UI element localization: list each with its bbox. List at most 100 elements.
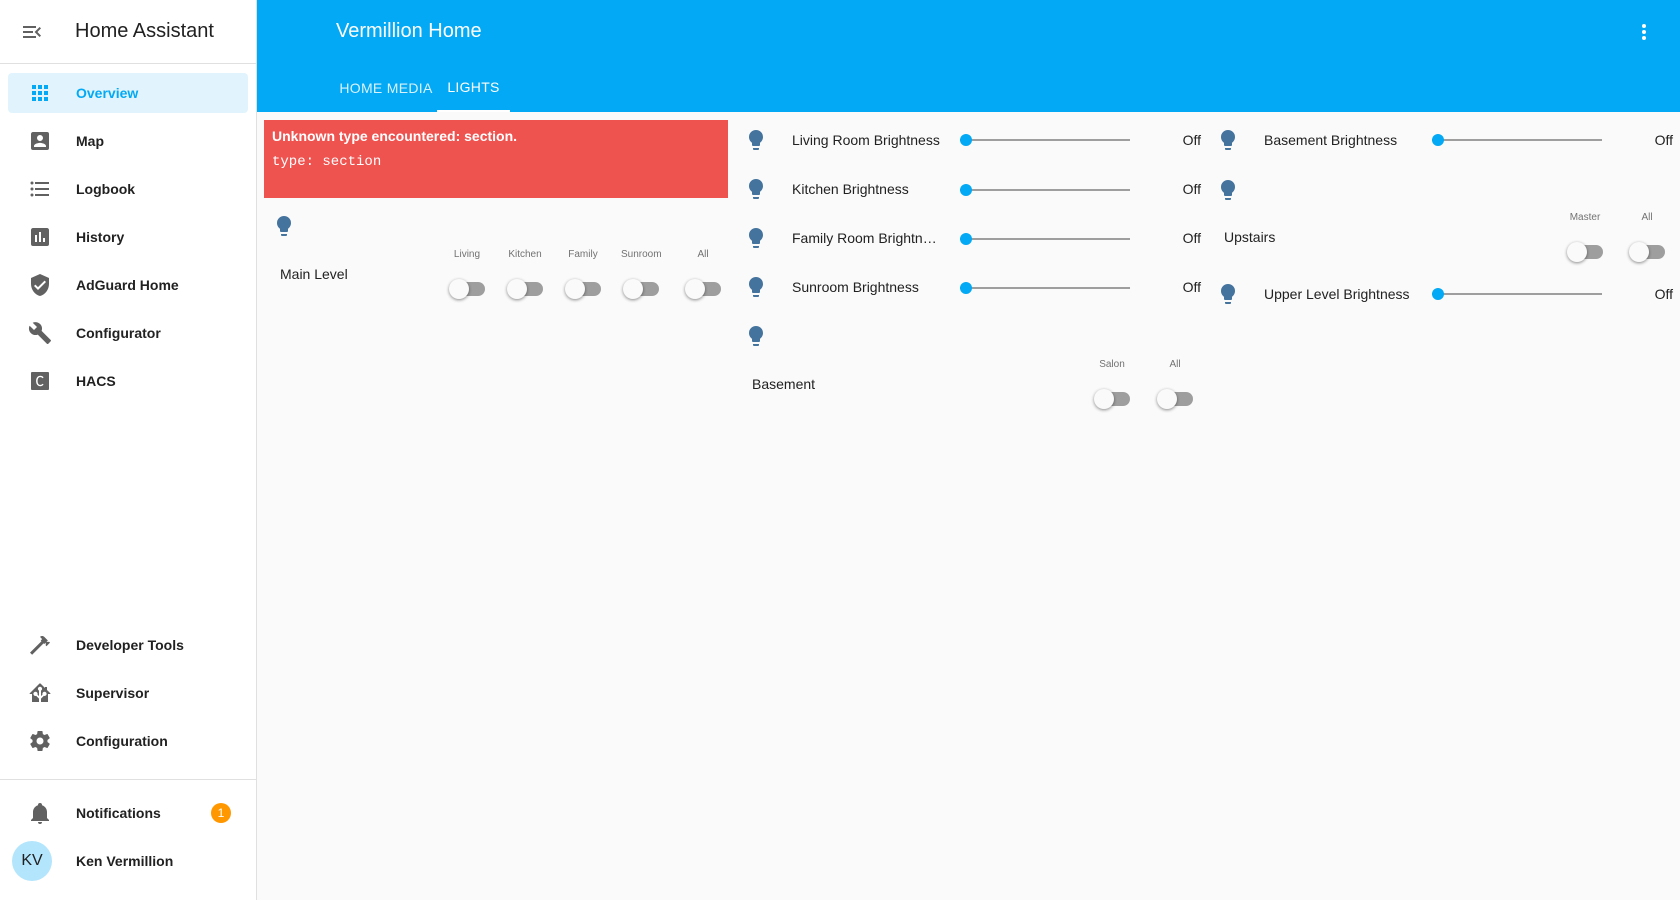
main-level-label: Main Level — [280, 266, 348, 282]
lightbulb-icon[interactable] — [1216, 178, 1240, 202]
switch-label: Salon — [1099, 359, 1125, 370]
hammer-icon — [16, 625, 64, 665]
sidebar-item-supervisor[interactable]: Supervisor — [8, 673, 248, 713]
avatar: KV — [12, 841, 52, 881]
switch-label: Sunroom — [621, 249, 662, 260]
switch-master[interactable]: Master — [1565, 212, 1605, 262]
switch-label: Family — [568, 249, 598, 260]
lightbulb-icon[interactable] — [744, 275, 768, 299]
switch-label: Master — [1569, 212, 1601, 223]
switch-kitchen[interactable]: Kitchen — [505, 249, 545, 299]
home-assistant-icon — [16, 673, 64, 713]
upstairs-label: Upstairs — [1224, 229, 1276, 245]
sidebar-item-label: History — [76, 229, 125, 245]
shield-check-icon — [16, 265, 64, 305]
menu-open-icon — [23, 25, 41, 38]
switch-upstairs-all[interactable]: All — [1627, 212, 1667, 262]
toggle-switch[interactable] — [1567, 240, 1603, 262]
row-label-family-room[interactable]: Family Room Brightne... — [792, 230, 942, 246]
bell-icon — [16, 793, 64, 833]
sidebar-item-history[interactable]: History — [8, 217, 248, 257]
toggle-switch[interactable] — [449, 277, 485, 299]
toggle-switch[interactable] — [507, 277, 543, 299]
sidebar-item-logbook[interactable]: Logbook — [8, 169, 248, 209]
page-title: Vermillion Home — [336, 20, 482, 42]
menu-toggle-button[interactable] — [0, 0, 64, 64]
slider-basement-brightness[interactable] — [1432, 134, 1602, 146]
more-options-button[interactable] — [1632, 20, 1656, 44]
error-card: Unknown type encountered: section. type:… — [264, 120, 728, 198]
switch-living[interactable]: Living — [447, 249, 487, 299]
tab-lights[interactable]: LIGHTS — [437, 64, 510, 112]
slider-living-room[interactable] — [960, 134, 1130, 146]
switch-sunroom[interactable]: Sunroom — [621, 249, 662, 299]
state-living-room: Off — [1182, 132, 1201, 148]
sidebar-item-label: Logbook — [76, 181, 136, 197]
sidebar-item-label: Notifications — [76, 805, 161, 821]
sidebar-item-notifications[interactable]: Notifications 1 — [8, 793, 248, 833]
state-kitchen: Off — [1182, 181, 1201, 197]
user-name: Ken Vermillion — [76, 853, 174, 869]
slider-family-room[interactable] — [960, 233, 1130, 245]
switch-label: All — [1641, 212, 1653, 223]
view-dashboard-icon — [16, 73, 64, 113]
account-box-icon — [16, 121, 64, 161]
sidebar-item-label: Developer Tools — [76, 637, 184, 653]
sidebar-item-profile[interactable]: KV Ken Vermillion — [8, 841, 248, 881]
switch-basement-all[interactable]: All — [1155, 359, 1195, 409]
sidebar-item-map[interactable]: Map — [8, 121, 248, 161]
sidebar-item-overview[interactable]: Overview — [8, 73, 248, 113]
sidebar-item-adguard-home[interactable]: AdGuard Home — [8, 265, 248, 305]
sidebar-item-label: Supervisor — [76, 685, 150, 701]
cog-icon — [16, 721, 64, 761]
error-title: Unknown type encountered: section. — [272, 128, 518, 144]
row-label-sunroom[interactable]: Sunroom Brightness — [792, 279, 942, 295]
state-family-room: Off — [1182, 230, 1201, 246]
sidebar-item-configuration[interactable]: Configuration — [8, 721, 248, 761]
lightbulb-icon[interactable] — [744, 324, 768, 348]
sidebar-item-label: Overview — [76, 85, 139, 101]
app-title: Home Assistant — [75, 20, 214, 42]
toggle-switch[interactable] — [685, 277, 721, 299]
app-header: Vermillion Home HOME MEDIA LIGHTS — [257, 0, 1680, 112]
slider-upper-level-brightness[interactable] — [1432, 288, 1602, 300]
toggle-switch[interactable] — [623, 277, 659, 299]
row-label-upper-level-brightness[interactable]: Upper Level Brightness — [1264, 286, 1414, 302]
toggle-switch[interactable] — [1629, 240, 1665, 262]
lightbulb-icon[interactable] — [1216, 128, 1240, 152]
basement-label: Basement — [752, 376, 816, 392]
row-label-basement-brightness[interactable]: Basement Brightness — [1264, 132, 1414, 148]
lightbulb-icon[interactable] — [1216, 282, 1240, 306]
tab-home-media[interactable]: HOME MEDIA — [326, 64, 446, 112]
chart-box-icon — [16, 217, 64, 257]
sidebar: Home Assistant Overview Map Logbook Hist… — [0, 0, 257, 900]
switch-all[interactable]: All — [683, 249, 723, 299]
lightbulb-icon[interactable] — [744, 128, 768, 152]
sidebar-item-developer-tools[interactable]: Developer Tools — [8, 625, 248, 665]
sidebar-item-label: Map — [76, 133, 104, 149]
switch-label: Living — [453, 249, 481, 260]
state-basement-brightness: Off — [1654, 132, 1673, 148]
format-list-bulleted-icon — [16, 169, 64, 209]
slider-sunroom[interactable] — [960, 282, 1130, 294]
sidebar-divider — [0, 779, 256, 780]
toggle-switch[interactable] — [1157, 387, 1193, 409]
switch-label: All — [697, 249, 709, 260]
row-label-kitchen[interactable]: Kitchen Brightness — [792, 181, 942, 197]
row-label-living-room[interactable]: Living Room Brightness — [792, 132, 942, 148]
sidebar-item-configurator[interactable]: Configurator — [8, 313, 248, 353]
lightbulb-icon[interactable] — [744, 226, 768, 250]
sidebar-item-hacs[interactable]: HACS — [8, 361, 248, 401]
slider-kitchen[interactable] — [960, 184, 1130, 196]
lightbulb-icon[interactable] — [272, 214, 296, 238]
switch-label: All — [1169, 359, 1181, 370]
toggle-switch[interactable] — [565, 277, 601, 299]
state-sunroom: Off — [1182, 279, 1201, 295]
switch-salon[interactable]: Salon — [1092, 359, 1132, 409]
toggle-switch[interactable] — [1094, 387, 1130, 409]
dots-vertical-icon — [1642, 24, 1646, 40]
sidebar-item-label: Configurator — [76, 325, 161, 341]
error-code: type: section — [272, 154, 382, 170]
lightbulb-icon[interactable] — [744, 177, 768, 201]
switch-family[interactable]: Family — [563, 249, 603, 299]
